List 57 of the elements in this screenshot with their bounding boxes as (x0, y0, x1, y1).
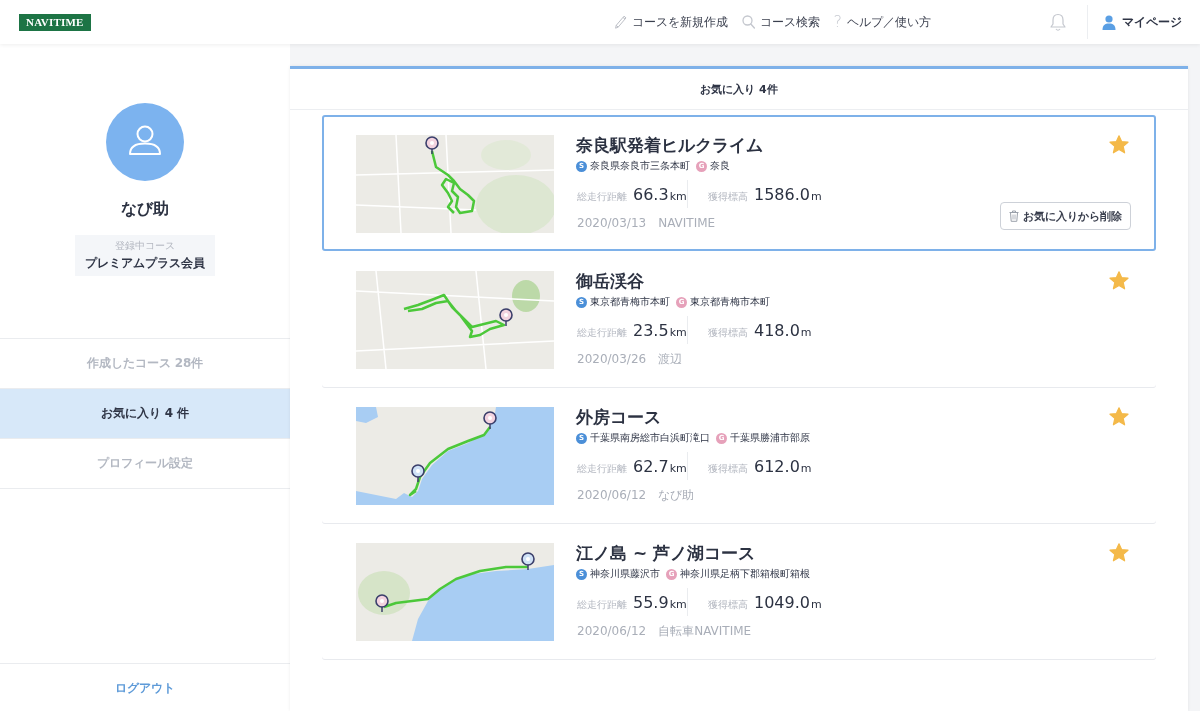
distance-label: 総走行距離 (577, 325, 627, 340)
course-author: 自転車NAVITIME (658, 623, 752, 639)
start-place: 千葉県南房総市白浜町滝口 (590, 431, 710, 445)
elevation-label: 獲得標高 (708, 325, 748, 340)
goal-place: 奈良 (710, 159, 730, 173)
pencil-icon (613, 15, 627, 29)
course-author: 渡辺 (658, 351, 683, 367)
membership-plan: プレミアムプラス会員 (85, 255, 205, 272)
elevation-value: 612.0m (754, 456, 812, 476)
course-author: なび助 (658, 487, 695, 503)
goal-place: 千葉県勝浦市部原 (730, 431, 810, 445)
start-place: 東京都青梅市本町 (590, 295, 670, 309)
course-date: 2020/03/26 (577, 351, 647, 367)
favorite-star-icon[interactable] (1109, 543, 1129, 562)
avatar-icon (106, 103, 184, 181)
course-date: 2020/06/12 (577, 623, 647, 639)
distance-label: 総走行距離 (577, 189, 627, 204)
start-place: 奈良県奈良市三条本町 (590, 159, 690, 173)
elevation-value: 418.0m (754, 320, 812, 340)
header-nav-link[interactable]: コースを新規作成 (613, 13, 728, 31)
distance-value: 62.7km (633, 456, 687, 476)
elevation-value: 1049.0 m (754, 592, 822, 612)
sidebar-item[interactable]: お気に入り 4 件 (0, 389, 290, 439)
user-icon (1102, 14, 1116, 30)
course-author: NAVITIME (658, 215, 716, 231)
elevation-label: 獲得標高 (708, 597, 748, 612)
favorite-star-icon[interactable] (1109, 135, 1129, 154)
notification-bell-icon[interactable] (1049, 12, 1067, 32)
course-title: 奈良駅発着ヒルクライム (576, 135, 764, 155)
user-name: なび助 (121, 199, 169, 219)
favorite-star-icon[interactable] (1109, 407, 1129, 426)
start-place: 神奈川県藤沢市 (590, 567, 660, 581)
course-date: 2020/06/12 (577, 487, 647, 503)
goal-place: 東京都青梅市本町 (690, 295, 770, 309)
help-icon: ? (833, 14, 842, 30)
search-icon (741, 15, 755, 29)
goal-place: 神奈川県足柄下郡箱根町箱根 (680, 567, 810, 581)
favorite-star-icon[interactable] (1109, 271, 1129, 290)
header-nav-link[interactable]: コース検索 (741, 13, 820, 31)
distance-label: 総走行距離 (577, 597, 627, 612)
trash-icon (1009, 210, 1019, 222)
distance-value: 66.3km (633, 184, 687, 204)
course-title: 御岳渓谷 (576, 271, 645, 291)
distance-label: 総走行距離 (577, 461, 627, 476)
elevation-label: 獲得標高 (708, 461, 748, 476)
panel-title: お気に入り 4件 (700, 81, 778, 97)
elevation-value: 1586.0 m (754, 184, 822, 204)
distance-value: 55.9km (633, 592, 687, 612)
my-page-link[interactable]: マイページ (1102, 13, 1182, 31)
distance-value: 23.5km (633, 320, 687, 340)
logo[interactable]: NAVITIME (19, 13, 91, 31)
course-title: 外房コース (576, 407, 662, 427)
header-nav-link[interactable]: ? ヘルプ／使い方 (833, 13, 931, 31)
remove-favorite-button[interactable]: お気に入りから削除 (1000, 202, 1131, 230)
course-date: 2020/03/13 (577, 215, 647, 231)
elevation-label: 獲得標高 (708, 189, 748, 204)
course-title: 江ノ島 ~ 芦ノ湖コース (576, 543, 757, 563)
